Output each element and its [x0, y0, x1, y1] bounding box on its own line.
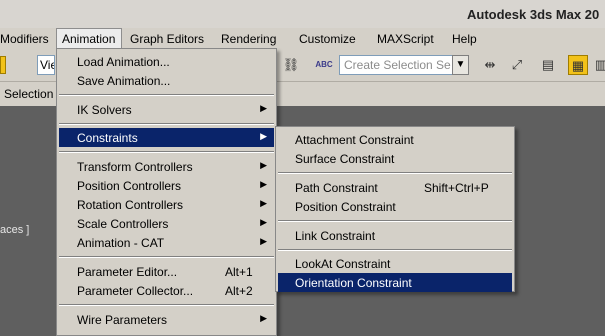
menu-item-attachment-constraint[interactable]: Attachment Constraint: [278, 130, 512, 149]
menu-item-transform-controllers[interactable]: Transform Controllers ▶: [59, 157, 274, 176]
menu-item-label: Path Constraint: [295, 181, 378, 195]
menu-graph-editors[interactable]: Graph Editors: [130, 32, 204, 46]
menu-item-label: Position Controllers: [77, 179, 182, 193]
menu-item-label: Wire Parameters: [77, 313, 168, 327]
menu-customize[interactable]: Customize: [299, 32, 356, 46]
submenu-arrow-icon: ▶: [260, 160, 267, 170]
submenu-arrow-icon: ▶: [260, 313, 267, 323]
menu-item-label: Parameter Editor...: [77, 265, 178, 279]
menu-separator: [278, 172, 512, 174]
menu-rendering[interactable]: Rendering: [221, 32, 276, 46]
menu-separator: [59, 256, 274, 258]
constraints-submenu: Attachment Constraint Surface Constraint…: [275, 126, 515, 292]
graphite-tools-icon[interactable]: ▦: [568, 55, 588, 75]
menu-animation[interactable]: Animation: [56, 28, 122, 49]
unlink-icon[interactable]: ⛓: [281, 55, 301, 75]
submenu-arrow-icon: ▶: [260, 198, 267, 208]
animation-menu: Load Animation... Save Animation... IK S…: [56, 48, 277, 336]
menu-item-label: LookAt Constraint: [295, 257, 391, 271]
menu-separator: [59, 304, 274, 306]
menu-maxscript[interactable]: MAXScript: [377, 32, 434, 46]
menu-item-surface-constraint[interactable]: Surface Constraint: [278, 149, 512, 168]
selection-set-input[interactable]: Create Selection Se: [339, 55, 457, 75]
menu-separator: [278, 220, 512, 222]
reference-coordinate-combo[interactable]: View: [37, 55, 55, 75]
selection-set-dropdown[interactable]: ▼: [452, 55, 469, 75]
submenu-arrow-icon: ▶: [260, 131, 267, 141]
menu-item-label: Animation - CAT: [77, 236, 165, 250]
menu-item-ik-solvers[interactable]: IK Solvers ▶: [59, 100, 274, 119]
menu-item-label: Link Constraint: [295, 229, 376, 243]
menu-item-position-constraint[interactable]: Position Constraint: [278, 197, 512, 216]
menu-item-label: Load Animation...: [77, 55, 170, 69]
select-object-icon[interactable]: [0, 56, 6, 74]
menu-separator: [59, 94, 274, 96]
submenu-arrow-icon: ▶: [260, 236, 267, 246]
menu-item-position-controllers[interactable]: Position Controllers ▶: [59, 176, 274, 195]
menu-item-label: Surface Constraint: [295, 152, 395, 166]
menu-item-label: Scale Controllers: [77, 217, 169, 231]
ribbon-tab-selection[interactable]: Selection: [4, 87, 53, 101]
menu-item-label: Parameter Collector...: [77, 284, 194, 298]
menu-separator: [278, 249, 512, 251]
align-icon[interactable]: ⤢: [507, 55, 527, 75]
menu-item-parameter-collector[interactable]: Parameter Collector... Alt+2: [59, 281, 274, 300]
menu-bar: Modifiers Animation Graph Editors Render…: [0, 28, 605, 50]
menu-item-label: Position Constraint: [295, 200, 396, 214]
menu-item-shortcut: Shift+Ctrl+P: [424, 181, 489, 195]
menu-item-animation-cat[interactable]: Animation - CAT ▶: [59, 233, 274, 252]
menu-item-path-constraint[interactable]: Path Constraint Shift+Ctrl+P: [278, 178, 512, 197]
menu-item-load-animation[interactable]: Load Animation...: [59, 52, 274, 71]
menu-separator: [59, 151, 274, 153]
curve-editor-icon[interactable]: ▥: [591, 55, 605, 75]
menu-item-scale-controllers[interactable]: Scale Controllers ▶: [59, 214, 274, 233]
menu-item-label: IK Solvers: [77, 103, 132, 117]
menu-item-orientation-constraint[interactable]: Orientation Constraint: [278, 273, 512, 292]
spell-check-icon[interactable]: ABC: [314, 55, 334, 75]
menu-item-label: Orientation Constraint: [295, 276, 412, 290]
submenu-arrow-icon: ▶: [260, 179, 267, 189]
menu-item-rotation-controllers[interactable]: Rotation Controllers ▶: [59, 195, 274, 214]
menu-item-wire-parameters[interactable]: Wire Parameters ▶: [59, 310, 274, 329]
submenu-arrow-icon: ▶: [260, 103, 267, 113]
mirror-icon[interactable]: ⇹: [480, 55, 500, 75]
menu-item-link-constraint[interactable]: Link Constraint: [278, 226, 512, 245]
app-title: Autodesk 3ds Max 20: [467, 7, 600, 22]
menu-item-lookat-constraint[interactable]: LookAt Constraint: [278, 254, 512, 273]
menu-item-constraints[interactable]: Constraints ▶: [59, 128, 274, 147]
layer-manager-icon[interactable]: ▤: [538, 55, 558, 75]
menu-item-label: Attachment Constraint: [295, 133, 414, 147]
menu-help[interactable]: Help: [452, 32, 477, 46]
menu-item-label: Rotation Controllers: [77, 198, 184, 212]
menu-animation-label: Animation: [62, 32, 116, 46]
menu-item-parameter-editor[interactable]: Parameter Editor... Alt+1: [59, 262, 274, 281]
menu-item-shortcut: Alt+2: [225, 284, 253, 298]
menu-item-label: Save Animation...: [77, 74, 171, 88]
viewport-label[interactable]: aces ]: [0, 224, 29, 236]
menu-item-label: Constraints: [77, 131, 138, 145]
menu-item-label: Transform Controllers: [77, 160, 193, 174]
menu-separator: [59, 123, 274, 125]
menu-item-shortcut: Alt+1: [225, 265, 253, 279]
menu-modifiers[interactable]: Modifiers: [0, 32, 49, 46]
menu-item-save-animation[interactable]: Save Animation...: [59, 71, 274, 90]
submenu-arrow-icon: ▶: [260, 217, 267, 227]
